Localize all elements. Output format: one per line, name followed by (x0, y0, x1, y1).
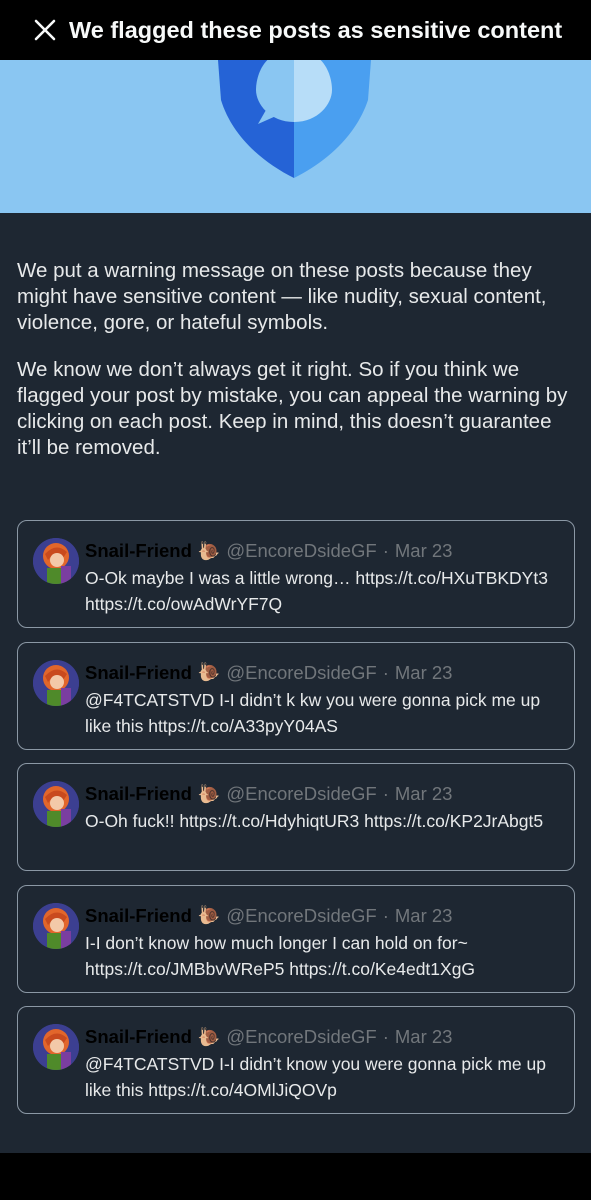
author-handle[interactable]: @EncoreDsideGF (226, 783, 376, 805)
author-name[interactable]: Snail-Friend (85, 905, 192, 927)
top-bar: We flagged these posts as sensitive cont… (0, 0, 591, 60)
avatar[interactable] (33, 538, 79, 584)
post-meta: Snail-Friend 🐌 @EncoreDsideGF · Mar 23 (85, 783, 452, 805)
snail-icon: 🐌 (197, 1026, 221, 1047)
separator: · (382, 904, 389, 926)
snail-icon: 🐌 (197, 540, 221, 561)
post-date[interactable]: Mar 23 (395, 905, 453, 927)
intro-paragraph-2: We know we don’t always get it right. So… (17, 358, 568, 459)
intro-paragraph-1: We put a warning message on these posts … (17, 259, 547, 334)
post-text: @F4TCATSTVD I-I didn’t k kw you were gon… (85, 689, 541, 736)
post-card[interactable]: Snail-Friend 🐌 @EncoreDsideGF · Mar 23 @… (17, 641, 575, 750)
avatar[interactable] (33, 659, 79, 706)
post-text: O-Ok maybe I was a little wrong… https:/… (85, 568, 548, 614)
post-meta: Snail-Friend 🐌 @EncoreDsideGF · Mar 23 (85, 662, 452, 684)
author-name[interactable]: Snail-Friend (85, 540, 192, 562)
post-date[interactable]: Mar 23 (395, 783, 453, 805)
post-card[interactable]: Snail-Friend 🐌 @EncoreDsideGF · Mar 23 I… (17, 884, 575, 993)
flagged-posts-list: Snail-Friend 🐌 @EncoreDsideGF · Mar 23 O… (17, 520, 575, 1128)
separator: · (382, 783, 389, 804)
author-handle[interactable]: @EncoreDsideGF (226, 662, 376, 684)
post-date[interactable]: Mar 23 (395, 540, 453, 562)
hero-banner (0, 60, 591, 213)
avatar[interactable] (33, 902, 79, 949)
snail-icon: 🐌 (197, 662, 221, 682)
separator: · (382, 540, 389, 561)
author-name[interactable]: Snail-Friend (85, 662, 192, 684)
author-handle[interactable]: @EncoreDsideGF (226, 1026, 376, 1048)
close-icon[interactable] (31, 16, 59, 44)
post-date[interactable]: Mar 23 (395, 1026, 453, 1048)
post-text: O-Oh fuck!! https://t.co/HdyhiqtUR3 http… (85, 811, 544, 831)
bottom-bar (0, 1153, 591, 1200)
post-text: @F4TCATSTVD I-I didn’t know you were gon… (85, 1054, 546, 1100)
separator: · (382, 661, 389, 683)
separator: · (382, 1026, 389, 1047)
shield-illustration (218, 60, 371, 178)
author-name[interactable]: Snail-Friend (85, 783, 192, 805)
avatar[interactable] (33, 781, 79, 827)
post-meta: Snail-Friend 🐌 @EncoreDsideGF · Mar 23 (85, 540, 452, 562)
post-text: I-I don’t know how much longer I can hol… (85, 932, 476, 979)
author-handle[interactable]: @EncoreDsideGF (226, 905, 376, 927)
snail-icon: 🐌 (197, 783, 221, 804)
avatar[interactable] (33, 1024, 79, 1070)
author-handle[interactable]: @EncoreDsideGF (226, 540, 376, 562)
post-meta: Snail-Friend 🐌 @EncoreDsideGF · Mar 23 (85, 905, 452, 927)
post-card[interactable]: Snail-Friend 🐌 @EncoreDsideGF · Mar 23 @… (17, 1006, 575, 1114)
intro-text: We put a warning message on these posts … (17, 258, 577, 482)
author-name[interactable]: Snail-Friend (85, 1026, 192, 1048)
post-meta: Snail-Friend 🐌 @EncoreDsideGF · Mar 23 (85, 1026, 452, 1048)
snail-icon: 🐌 (197, 905, 221, 925)
post-date[interactable]: Mar 23 (395, 662, 453, 684)
post-card[interactable]: Snail-Friend 🐌 @EncoreDsideGF · Mar 23 O… (17, 763, 575, 871)
page-title: We flagged these posts as sensitive cont… (69, 16, 563, 43)
post-card[interactable]: Snail-Friend 🐌 @EncoreDsideGF · Mar 23 O… (17, 520, 575, 628)
